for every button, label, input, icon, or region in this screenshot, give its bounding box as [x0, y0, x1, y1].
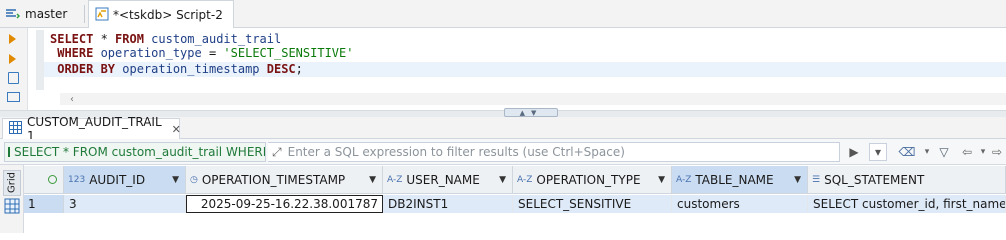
column-type-icon: ◷: [190, 174, 198, 185]
filter-placeholder: Enter a SQL expression to filter results…: [287, 145, 625, 159]
column-header-label: OPERATION_TYPE: [536, 172, 641, 187]
splitter-handle-icon[interactable]: ▲▼: [504, 108, 558, 117]
forward-icon[interactable]: ⇨: [988, 143, 1006, 161]
column-header-audit-id[interactable]: 123 AUDIT_ID ▼: [64, 166, 186, 194]
sort-icon[interactable]: ▼: [658, 175, 665, 185]
code-token: SELECT: [50, 32, 94, 46]
execute-script-icon[interactable]: [9, 54, 16, 64]
apply-filter-icon[interactable]: ▶: [845, 143, 863, 161]
column-header-sql-statement[interactable]: ☰ SQL_STATEMENT: [808, 166, 1006, 194]
branch-selector[interactable]: master: [0, 0, 82, 28]
column-type-icon: A-Z: [387, 174, 403, 185]
eraser-dropdown-icon[interactable]: ▾: [918, 143, 936, 161]
code-token: operation_type: [93, 46, 202, 60]
branch-label: master: [25, 7, 68, 21]
column-header-operation-timestamp[interactable]: ◷ OPERATION_TIMESTAMP ▼: [186, 166, 383, 194]
row-number[interactable]: 1: [24, 195, 64, 213]
grid-view-toggle[interactable]: Grid: [3, 170, 21, 196]
sort-icon[interactable]: ▼: [369, 175, 376, 185]
branch-icon: [5, 7, 21, 22]
query-text[interactable]: SELECT * FROM custom_audit_trail WHERE o…: [4, 142, 266, 162]
script-icon: [95, 7, 109, 24]
table-icon: [9, 121, 22, 137]
script-tab-label: *<tskdb> Script-2: [113, 8, 223, 22]
select-all-icon: [48, 175, 57, 184]
code-line-3[interactable]: ORDER BY operation_timestamp DESC;: [44, 62, 1006, 77]
sort-icon[interactable]: ▼: [499, 175, 506, 185]
filter-history-icon[interactable]: ▾: [869, 143, 887, 161]
code-token: FROM: [115, 32, 144, 46]
editor-toolbar: [0, 28, 28, 110]
table-cell[interactable]: customers: [672, 195, 808, 213]
code-token: operation_timestamp: [115, 62, 267, 76]
sort-icon[interactable]: ▼: [794, 175, 801, 185]
grid-icon[interactable]: [4, 198, 20, 214]
column-header-table-name[interactable]: A-Z TABLE_NAME ▼: [672, 166, 808, 194]
scroll-left-icon[interactable]: ‹: [70, 94, 74, 105]
column-header-operation-type[interactable]: A-Z OPERATION_TYPE ▼: [513, 166, 672, 194]
code-token: ORDER BY: [50, 62, 116, 76]
grid-empty-area: [24, 213, 1006, 233]
tab-script[interactable]: *<tskdb> Script-2: [88, 0, 234, 29]
tab-results[interactable]: CUSTOM_AUDIT_TRAIL 1 ✕: [2, 115, 181, 143]
code-token: ;: [295, 62, 303, 76]
explain-plan-icon[interactable]: [8, 72, 19, 84]
load-plan-icon[interactable]: [7, 92, 20, 102]
code-token: =: [201, 46, 224, 60]
editor-horizontal-scrollbar[interactable]: [60, 93, 1006, 105]
column-header-label: AUDIT_ID: [89, 172, 146, 187]
row-header-corner[interactable]: [24, 166, 64, 194]
column-header-user-name[interactable]: A-Z USER_NAME ▼: [383, 166, 513, 194]
code-token: WHERE: [50, 46, 94, 60]
column-type-icon: 123: [68, 174, 86, 185]
code-token: *: [93, 32, 116, 46]
tab-separator: [84, 5, 85, 23]
column-header-label: OPERATION_TIMESTAMP: [201, 172, 346, 187]
column-header-label: SQL_STATEMENT: [824, 172, 925, 187]
table-cell[interactable]: SELECT customer_id, first_name, last_: [808, 195, 1006, 213]
filter-icon[interactable]: ▽: [935, 143, 953, 161]
column-header-label: USER_NAME: [406, 172, 480, 187]
filter-input[interactable]: ⤢ Enter a SQL expression to filter resul…: [268, 142, 840, 162]
eraser-icon[interactable]: ⌫: [898, 143, 916, 161]
code-line-2[interactable]: WHERE operation_type = 'SELECT_SENSITIVE…: [50, 46, 353, 61]
column-type-icon: A-Z: [676, 174, 692, 185]
table-cell[interactable]: 2025-09-25-16.22.38.001787: [186, 195, 383, 213]
close-icon[interactable]: ✕: [172, 123, 181, 136]
code-token: 'SELECT_SENSITIVE': [223, 46, 354, 60]
table-cell[interactable]: SELECT_SENSITIVE: [513, 195, 672, 213]
fold-bar: [36, 30, 44, 90]
code-token: DESC: [266, 62, 296, 76]
table-cell[interactable]: DB2INST1: [383, 195, 513, 213]
table-cell[interactable]: 3: [64, 195, 186, 213]
column-header-label: TABLE_NAME: [695, 172, 774, 187]
query-status-icon: [8, 147, 10, 157]
code-token: custom_audit_trail: [143, 32, 282, 46]
execute-statement-icon[interactable]: [9, 34, 16, 44]
query-text-label: SELECT * FROM custom_audit_trail WHERE o…: [14, 145, 266, 159]
expand-icon: ⤢: [272, 144, 282, 159]
code-line-1[interactable]: SELECT * FROM custom_audit_trail: [50, 32, 281, 47]
sort-icon[interactable]: ▼: [172, 175, 179, 185]
column-type-icon: ☰: [812, 174, 821, 185]
column-type-icon: A-Z: [517, 174, 533, 185]
